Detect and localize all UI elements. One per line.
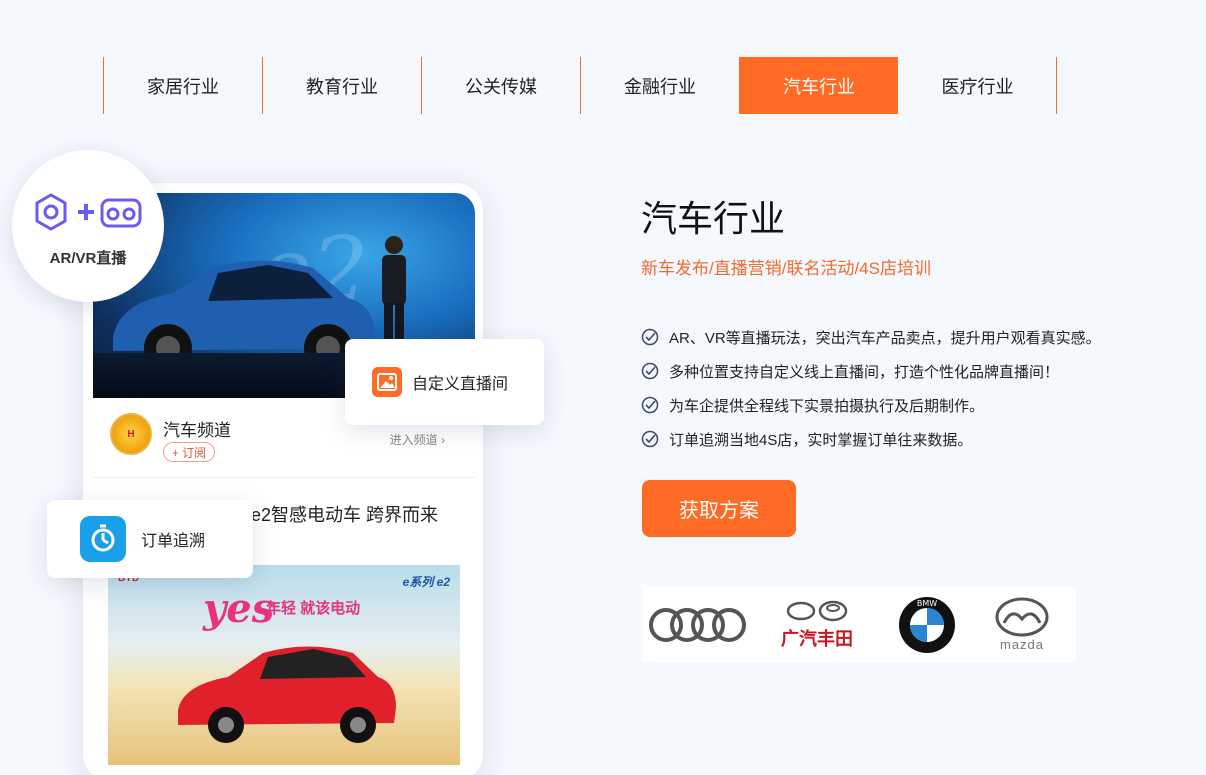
feature-text: 为车企提供全程线下实景拍摄执行及后期制作。 (669, 397, 985, 415)
ad-yes-text: yes (203, 585, 275, 632)
mazda-emblem (995, 597, 1049, 637)
ad-series-label: e系列 e2 (402, 575, 450, 589)
feature-text: AR、VR等直播玩法，突出汽车产品卖点，提升用户观看真实感。 (669, 329, 1101, 347)
ar-vr-icon (35, 193, 142, 231)
check-circle-icon (641, 430, 659, 448)
image-icon (372, 367, 402, 397)
gac-toyota-logo: 广汽丰田 (752, 587, 882, 662)
promo-ad-image: BYD e系列 e2 yes 年轻 就该电动 (108, 565, 460, 765)
gac-toyota-text: 广汽丰田 (781, 628, 853, 649)
red-car-shape (178, 646, 396, 743)
industry-subtitle: 新车发布/直播营销/联名活动/4S店培训 (641, 259, 931, 278)
check-circle-icon (641, 362, 659, 380)
ad-slogan: 年轻 就该电动 (266, 600, 361, 617)
order-trace-icon (80, 516, 126, 562)
channel-avatar: H (110, 413, 152, 455)
ar-vr-label: AR/VR直播 (49, 250, 127, 267)
tab-medical[interactable]: 医疗行业 (898, 57, 1057, 114)
feature-item: 多种位置支持自定义线上直播间，打造个性化品牌直播间！ (641, 354, 1101, 388)
chevron-right-icon: › (441, 433, 445, 447)
subscribe-button[interactable]: + 订阅 (163, 442, 215, 462)
audi-logo (642, 587, 752, 662)
enter-channel-label: 进入频道 (389, 433, 438, 447)
industry-title: 汽车行业 (641, 198, 786, 239)
feature-item: AR、VR等直播玩法，突出汽车产品卖点，提升用户观看真实感。 (641, 320, 1101, 354)
feature-item: 订单追溯当地4S店，实时掌握订单往来数据。 (641, 422, 1101, 456)
bmw-text: BMW (917, 599, 937, 608)
feature-item: 为车企提供全程线下实景拍摄执行及后期制作。 (641, 388, 1101, 422)
enter-channel-link[interactable]: 进入频道 › (390, 431, 445, 448)
check-circle-icon (641, 396, 659, 414)
order-trace-label: 订单追溯 (141, 533, 206, 550)
tab-finance[interactable]: 金融行业 (580, 57, 739, 114)
tab-pr-media[interactable]: 公关传媒 (421, 57, 580, 114)
article-title: e2智感电动车 跨界而来 (251, 505, 439, 525)
channel-name: 汽车频道 (163, 421, 231, 440)
feature-list: AR、VR等直播玩法，突出汽车产品卖点，提升用户观看真实感。 多种位置支持自定义… (641, 320, 1101, 456)
gac-toyota-emblems (786, 600, 848, 621)
custom-live-room-card: 自定义直播间 (345, 339, 544, 425)
ar-vr-badge: AR/VR直播 (12, 150, 164, 302)
tab-education[interactable]: 教育行业 (262, 57, 421, 114)
get-solution-button[interactable]: 获取方案 (642, 480, 796, 537)
industry-tabs: 家居行业 教育行业 公关传媒 金融行业 汽车行业 医疗行业 (103, 57, 1057, 114)
brand-logos-strip: 广汽丰田 BMW mazda (642, 587, 1076, 662)
feature-text: 订单追溯当地4S店，实时掌握订单往来数据。 (669, 431, 973, 449)
order-trace-card: 订单追溯 (47, 500, 253, 578)
custom-live-room-label: 自定义直播间 (412, 376, 509, 393)
feature-text: 多种位置支持自定义线上直播间，打造个性化品牌直播间！ (669, 363, 1060, 381)
tab-home-furnishing[interactable]: 家居行业 (103, 57, 262, 114)
check-circle-icon (641, 328, 659, 346)
bmw-logo: BMW (882, 587, 972, 662)
tab-automotive[interactable]: 汽车行业 (739, 57, 898, 114)
mazda-logo: mazda (972, 587, 1072, 662)
mazda-text: mazda (999, 637, 1045, 652)
